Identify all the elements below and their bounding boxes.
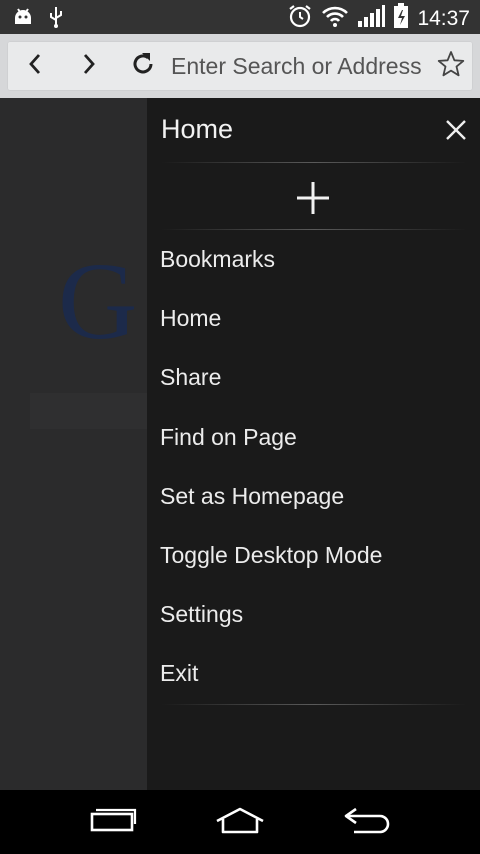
menu-drawer: Home Bookmarks Home Share Find on Page S… (147, 98, 480, 790)
home-icon (213, 805, 267, 840)
divider (161, 704, 467, 705)
close-drawer-button[interactable] (442, 116, 470, 144)
address-input[interactable] (171, 41, 431, 91)
forward-icon (81, 53, 97, 80)
drawer-menu: Bookmarks Home Share Find on Page Set as… (147, 230, 480, 704)
reload-button[interactable] (123, 41, 163, 91)
menu-item-home[interactable]: Home (147, 289, 480, 348)
url-bar (0, 34, 480, 98)
plus-icon (293, 182, 333, 222)
menu-item-exit[interactable]: Exit (147, 644, 480, 703)
menu-item-set-as-homepage[interactable]: Set as Homepage (147, 467, 480, 526)
menu-item-find-on-page[interactable]: Find on Page (147, 408, 480, 467)
back-button[interactable] (15, 41, 55, 91)
home-nav-button[interactable] (210, 800, 270, 844)
back-nav-button[interactable] (337, 800, 397, 844)
divider (161, 162, 467, 163)
reload-icon (129, 50, 157, 83)
status-bar: 14:37 (0, 0, 480, 34)
android-debug-icon (12, 6, 34, 33)
back-nav-icon (342, 805, 392, 840)
recent-apps-icon (89, 806, 137, 839)
forward-button[interactable] (69, 41, 109, 91)
status-left (12, 5, 64, 34)
alarm-icon (287, 3, 313, 34)
signal-icon (357, 4, 386, 33)
close-icon (442, 120, 470, 148)
recent-apps-button[interactable] (83, 800, 143, 844)
wifi-icon (321, 4, 349, 33)
star-icon (437, 50, 465, 83)
back-icon (27, 53, 43, 80)
battery-charging-icon (393, 3, 409, 34)
menu-item-toggle-desktop-mode[interactable]: Toggle Desktop Mode (147, 526, 480, 585)
system-nav-bar (0, 790, 480, 854)
search-box-shadow (30, 393, 147, 429)
bookmark-star-button[interactable] (431, 41, 471, 91)
web-page-content: G (0, 98, 147, 790)
drawer-title: Home (161, 114, 234, 144)
google-logo: G (58, 240, 138, 362)
usb-icon (48, 5, 64, 34)
status-right: 14:37 (287, 3, 470, 34)
menu-item-share[interactable]: Share (147, 348, 480, 407)
menu-item-settings[interactable]: Settings (147, 585, 480, 644)
clock: 14:37 (417, 6, 470, 30)
add-tab-button[interactable] (293, 178, 333, 218)
menu-item-bookmarks[interactable]: Bookmarks (147, 230, 480, 289)
url-box (7, 41, 473, 91)
